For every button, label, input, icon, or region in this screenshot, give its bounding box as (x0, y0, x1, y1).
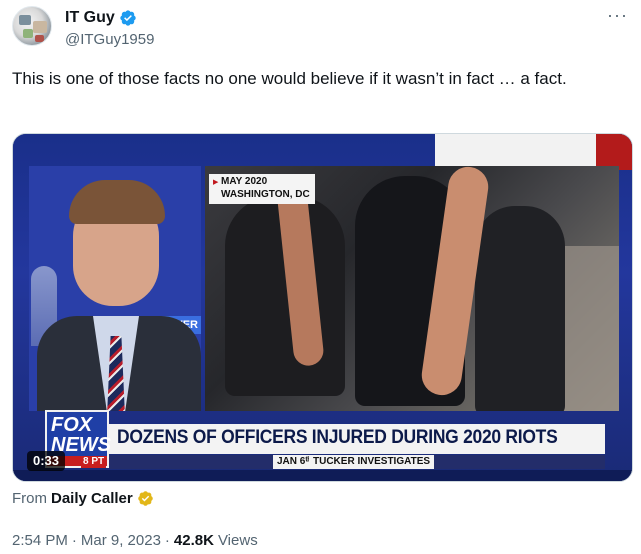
bottom-bar (13, 470, 632, 481)
riot-footage: ▶ MAY 2020 WASHINGTON, DC (205, 166, 619, 411)
video-duration: 0:33 (27, 451, 66, 471)
source-attribution: From Daily Caller (12, 490, 154, 507)
avatar-detail (35, 35, 44, 42)
studio-screen (435, 134, 600, 166)
avatar-detail (19, 15, 31, 25)
avatar[interactable] (12, 6, 52, 46)
verified-badge-icon (120, 10, 136, 26)
broadcast-time: 8 PT (81, 456, 107, 468)
tweet-time[interactable]: 2:54 PM (12, 532, 68, 549)
views-count: 42.8K (173, 532, 214, 549)
footage-figure (475, 206, 565, 411)
host-shot: VER (29, 166, 201, 411)
gold-verified-badge-icon (137, 491, 153, 506)
avatar-detail (23, 29, 33, 38)
author-display-name[interactable]: IT Guy (65, 9, 115, 27)
tweet-text: This is one of those facts no one would … (12, 69, 567, 88)
studio-accent (596, 134, 632, 170)
location-place: WASHINGTON, DC (221, 189, 310, 200)
tweet-date[interactable]: Mar 9, 2023 (81, 532, 161, 549)
chyron-headline: DOZENS OF OFFICERS INJURED DURING 2020 R… (117, 427, 558, 448)
chyron-show-tag: TUCKER INVESTIGATES (309, 455, 435, 469)
tweet-meta: 2:54 PM · Mar 9, 2023 · 42.8K Views (12, 532, 258, 549)
host-hair (69, 180, 165, 224)
views-label: Views (217, 532, 258, 549)
location-date: MAY 2020 (221, 176, 268, 187)
author-name-row: IT Guy (65, 9, 137, 27)
source-label: From (12, 490, 47, 507)
source-name-link[interactable]: Daily Caller (51, 490, 133, 507)
meta-separator: · (71, 532, 77, 549)
location-tag: ▶ MAY 2020 WASHINGTON, DC (209, 174, 315, 204)
tweet-header: IT Guy @ITGuy1959 ··· (12, 6, 632, 54)
avatar-detail (33, 21, 47, 33)
play-marker-icon: ▶ (213, 179, 219, 186)
video-player[interactable]: VER ▶ MAY 2020 WASHINGTON, DC DOZENS OF … (12, 133, 633, 482)
more-options-icon[interactable]: ··· (607, 6, 628, 24)
meta-separator: · (164, 532, 170, 549)
author-handle[interactable]: @ITGuy1959 (65, 31, 154, 48)
